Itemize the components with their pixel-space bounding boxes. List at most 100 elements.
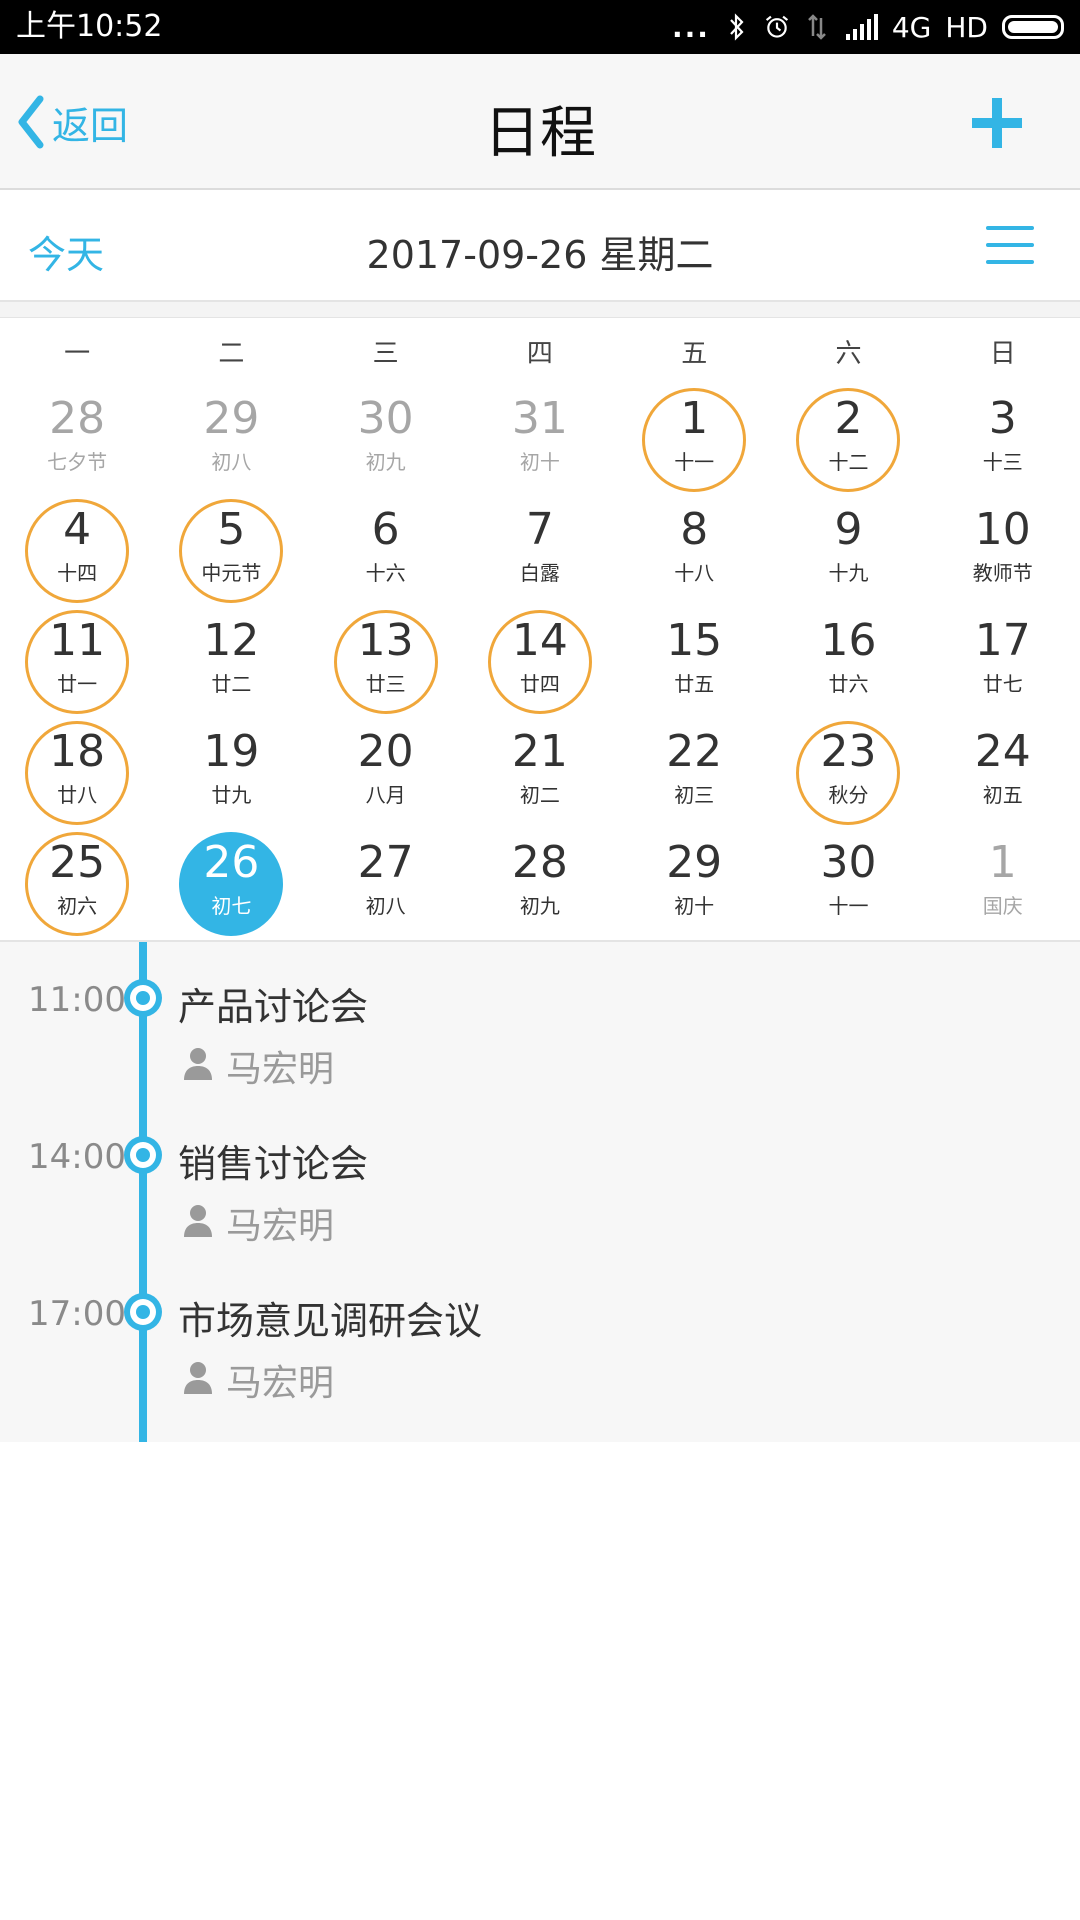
lunar-date: 初六 — [57, 894, 98, 918]
calendar-day[interactable]: 12 廿二 — [154, 606, 308, 717]
day-number: 23 — [820, 726, 877, 777]
weekday-label: 六 — [835, 338, 862, 369]
lunar-date: 廿五 — [674, 672, 715, 696]
more-dots: ... — [671, 10, 710, 44]
calendar-day[interactable]: 19 廿九 — [154, 717, 308, 828]
lunar-date: 廿三 — [365, 672, 406, 696]
calendar-day[interactable]: 27 初八 — [309, 828, 463, 939]
event-title: 产品讨论会 — [178, 985, 369, 1029]
lunar-date: 十九 — [828, 561, 869, 585]
lunar-date: 中元节 — [201, 561, 262, 585]
calendar-day[interactable]: 15 廿五 — [617, 606, 771, 717]
calendar-day[interactable]: 11 廿一 — [0, 606, 154, 717]
lunar-date: 初九 — [519, 894, 560, 918]
calendar-day[interactable]: 10 教师节 — [926, 495, 1080, 606]
day-number: 11 — [49, 615, 106, 666]
day-number: 2 — [834, 393, 863, 444]
calendar-day[interactable]: 29 初八 — [154, 384, 308, 495]
schedule-event[interactable]: 14:00 销售讨论会马宏明 — [0, 1099, 1080, 1255]
calendar-day[interactable]: 23 秋分 — [771, 717, 925, 828]
calendar-day[interactable]: 4 十四 — [0, 495, 154, 606]
calendar-day[interactable]: 3 十三 — [926, 384, 1080, 495]
calendar-day[interactable]: 22 初三 — [617, 717, 771, 828]
lunar-date: 秋分 — [828, 783, 869, 807]
lunar-date: 十一 — [674, 450, 715, 474]
lunar-date: 白露 — [519, 561, 560, 585]
schedule-event[interactable]: 17:00 市场意见调研会议 马宏明 — [0, 1256, 1080, 1412]
event-time: 17:00 — [28, 1294, 126, 1334]
weekday-header: 一二三四五六日 — [0, 318, 1080, 384]
calendar-day[interactable]: 1 国庆 — [926, 828, 1080, 939]
lunar-date: 十三 — [982, 450, 1023, 474]
event-time: 14:00 — [28, 1137, 126, 1177]
alarm-icon — [765, 15, 788, 38]
timeline-dot-icon — [124, 1136, 162, 1174]
lunar-date: 初八 — [365, 894, 406, 918]
weekday-label: 四 — [526, 338, 553, 369]
calendar-day[interactable]: 17 廿七 — [926, 606, 1080, 717]
timeline-dot-icon — [124, 979, 162, 1017]
lunar-date: 十二 — [828, 450, 869, 474]
calendar-day[interactable]: 29 初十 — [617, 828, 771, 939]
event-attendee: 马宏明 — [226, 1049, 335, 1090]
signal-icon — [845, 14, 878, 40]
day-number: 10 — [974, 504, 1031, 555]
lunar-date: 初八 — [211, 450, 252, 474]
day-number: 4 — [63, 504, 92, 555]
day-number: 12 — [203, 615, 260, 666]
section-divider — [0, 302, 1080, 318]
person-icon — [184, 1362, 212, 1394]
page-title: 日程 — [484, 101, 596, 166]
calendar-day[interactable]: 1 十一 — [617, 384, 771, 495]
current-date: 2017-09-26 星期二 — [366, 233, 714, 277]
event-attendee: 马宏明 — [226, 1363, 335, 1404]
schedule-event[interactable]: 11:00 产品讨论会 马宏明 — [0, 942, 1080, 1098]
status-time: 上午10:52 — [16, 9, 163, 44]
lunar-date: 教师节 — [972, 561, 1033, 585]
calendar-day[interactable]: 30 初九 — [309, 384, 463, 495]
calendar-day[interactable]: 6 十六 — [309, 495, 463, 606]
day-number: 16 — [820, 615, 877, 666]
calendar-day[interactable]: 2 十二 — [771, 384, 925, 495]
lunar-date: 廿六 — [828, 672, 869, 696]
calendar-day-selected[interactable]: 26 初七 — [154, 828, 308, 939]
day-number: 20 — [357, 726, 414, 777]
day-number: 6 — [371, 504, 400, 555]
calendar-day[interactable]: 31 初十 — [463, 384, 617, 495]
lunar-date: 廿八 — [57, 783, 98, 807]
bluetooth-icon — [730, 13, 744, 41]
date-toolbar: 今天 2017-09-26 星期二 — [0, 190, 1080, 302]
calendar-day[interactable]: 21 初二 — [463, 717, 617, 828]
day-number: 14 — [511, 615, 568, 666]
calendar-day[interactable]: 13 廿三 — [309, 606, 463, 717]
event-title: 销售讨论会 — [178, 1142, 369, 1186]
calendar-day[interactable]: 7 白露 — [463, 495, 617, 606]
day-number: 31 — [511, 393, 568, 444]
calendar-day[interactable]: 24 初五 — [926, 717, 1080, 828]
calendar-day[interactable]: 18 廿八 — [0, 717, 154, 828]
calendar-day[interactable]: 30 十一 — [771, 828, 925, 939]
calendar-day[interactable]: 28 初九 — [463, 828, 617, 939]
day-number: 22 — [666, 726, 723, 777]
lunar-date: 廿二 — [211, 672, 252, 696]
calendar-day[interactable]: 28 七夕节 — [0, 384, 154, 495]
event-attendee: 马宏明 — [226, 1206, 335, 1247]
calendar-day[interactable]: 20 八月 — [309, 717, 463, 828]
day-grid: 28 七夕节 29 初八 30 初九 31 初十 1 十一 2 十二 3 十三 4 十四 5 中元节 6 十六 7 白露 8… — [0, 384, 1080, 939]
plus-icon[interactable] — [970, 96, 1024, 150]
weekday-label: 一 — [64, 338, 91, 369]
calendar-day[interactable]: 5 中元节 — [154, 495, 308, 606]
hd-indicator: HD — [945, 10, 988, 44]
day-number: 26 — [203, 837, 260, 888]
calendar-day[interactable]: 25 初六 — [0, 828, 154, 939]
calendar-day[interactable]: 14 廿四 — [463, 606, 617, 717]
day-number: 15 — [666, 615, 723, 666]
menu-icon[interactable] — [986, 226, 1034, 266]
calendar-day[interactable]: 9 十九 — [771, 495, 925, 606]
day-number: 19 — [203, 726, 260, 777]
day-number: 17 — [974, 615, 1031, 666]
day-number: 24 — [974, 726, 1031, 777]
calendar-day[interactable]: 8 十八 — [617, 495, 771, 606]
calendar-day[interactable]: 16 廿六 — [771, 606, 925, 717]
day-number: 28 — [49, 393, 106, 444]
